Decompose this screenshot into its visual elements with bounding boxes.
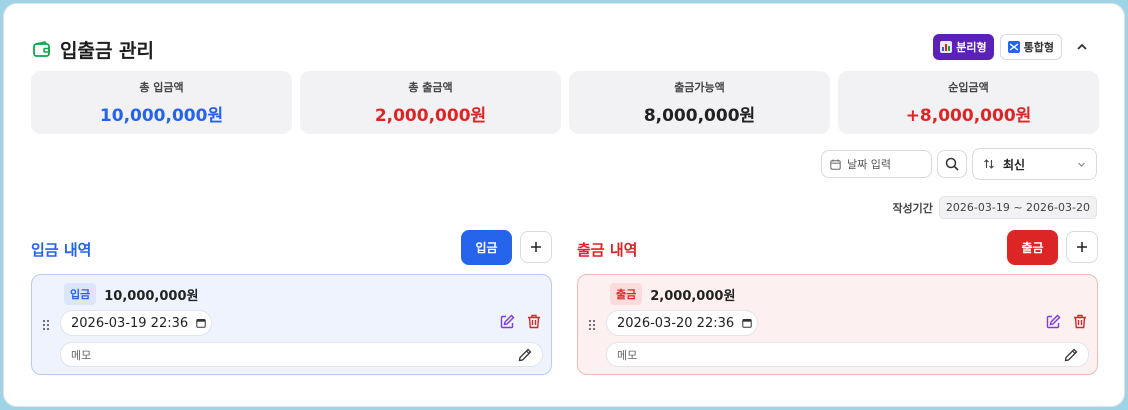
entry-datetime-value: 2026-03-20 22:36 xyxy=(617,315,735,331)
deposit-entry-card: 입금 10,000,000원 2026-03-19 22:36 메모 xyxy=(31,274,552,375)
stat-value: 8,000,000원 xyxy=(643,106,756,126)
stat-value: +8,000,000원 xyxy=(905,106,1032,126)
entry-actions xyxy=(1046,314,1087,329)
entry-datetime-input[interactable]: 2026-03-20 22:36 xyxy=(606,310,758,336)
entry-summary: 입금 10,000,000원 xyxy=(64,283,198,305)
bar-chart-icon xyxy=(940,41,953,53)
deposit-section-title: 입금 내역 xyxy=(31,241,92,259)
add-deposit-button[interactable] xyxy=(520,231,552,263)
stat-label: 총 출금액 xyxy=(408,81,453,94)
chevron-down-icon xyxy=(1077,160,1086,169)
stat-label: 총 입금액 xyxy=(139,81,184,94)
sort-icon xyxy=(983,158,995,170)
entry-type-badge: 출금 xyxy=(610,283,643,305)
date-filter-placeholder: 날짜 입력 xyxy=(847,158,891,171)
memo-input[interactable]: 메모 xyxy=(606,342,1089,367)
entry-type-badge: 입금 xyxy=(64,283,97,305)
search-button[interactable] xyxy=(937,150,967,178)
shuffle-icon xyxy=(1007,41,1020,53)
edit-icon[interactable] xyxy=(500,314,515,329)
wallet-icon xyxy=(32,40,52,60)
memo-placeholder: 메모 xyxy=(71,348,92,362)
withdraw-actions: 출금 xyxy=(1007,230,1098,265)
stat-available: 출금가능액 8,000,000원 xyxy=(569,71,830,134)
grip-icon[interactable] xyxy=(588,319,596,331)
plus-icon xyxy=(1076,241,1088,253)
summary-stats: 총 입금액 10,000,000원 총 출금액 2,000,000원 출금가능액… xyxy=(31,71,1099,134)
chevron-up-icon xyxy=(1076,41,1088,53)
stat-net-deposit: 순입금액 +8,000,000원 xyxy=(838,71,1099,134)
entry-amount: 10,000,000원 xyxy=(104,288,199,304)
app-window: 입출금 관리 분리형 통합형 총 입금액 10,000,000원 총 출금액 2… xyxy=(3,3,1125,407)
trash-icon[interactable] xyxy=(1073,314,1087,329)
withdraw-entry-card: 출금 2,000,000원 2026-03-20 22:36 메모 xyxy=(577,274,1098,375)
stat-total-deposit: 총 입금액 10,000,000원 xyxy=(31,71,292,134)
entry-datetime-value: 2026-03-19 22:36 xyxy=(71,315,189,331)
withdraw-button[interactable]: 출금 xyxy=(1007,230,1058,265)
withdraw-section-header: 출금 내역 출금 xyxy=(577,230,1098,266)
title-group: 입출금 관리 xyxy=(32,36,154,63)
split-view-label: 분리형 xyxy=(956,41,987,54)
sort-select[interactable]: 최신 xyxy=(972,148,1097,180)
calendar-icon xyxy=(830,159,841,170)
grip-icon[interactable] xyxy=(42,319,50,331)
withdraw-section-title: 출금 내역 xyxy=(577,241,638,259)
deposit-section-header: 입금 내역 입금 xyxy=(31,230,552,266)
plus-icon xyxy=(530,241,542,253)
deposit-actions: 입금 xyxy=(461,230,552,265)
stat-value: 10,000,000원 xyxy=(99,106,224,126)
stat-value: 2,000,000원 xyxy=(374,106,487,126)
entry-datetime-input[interactable]: 2026-03-19 22:36 xyxy=(60,310,212,336)
date-filter-input[interactable]: 날짜 입력 xyxy=(821,150,932,178)
stat-total-withdraw: 총 출금액 2,000,000원 xyxy=(300,71,561,134)
deposit-button[interactable]: 입금 xyxy=(461,230,512,265)
search-icon xyxy=(945,157,959,171)
period-value: 2026-03-19 ~ 2026-03-20 xyxy=(938,196,1097,219)
filter-bar: 날짜 입력 최신 xyxy=(821,148,1097,180)
split-view-button[interactable]: 분리형 xyxy=(933,34,994,60)
view-toggle-group: 분리형 통합형 xyxy=(933,34,1096,60)
pencil-icon[interactable] xyxy=(518,348,532,362)
memo-placeholder: 메모 xyxy=(617,348,638,362)
memo-input[interactable]: 메모 xyxy=(60,342,543,367)
stat-label: 순입금액 xyxy=(948,81,989,94)
calendar-icon[interactable] xyxy=(742,318,752,328)
entry-summary: 출금 2,000,000원 xyxy=(610,283,735,305)
pencil-icon[interactable] xyxy=(1064,348,1078,362)
merged-view-label: 통합형 xyxy=(1023,41,1054,54)
calendar-icon[interactable] xyxy=(196,318,206,328)
edit-icon[interactable] xyxy=(1046,314,1061,329)
merged-view-button[interactable]: 통합형 xyxy=(999,34,1062,60)
stat-label: 출금가능액 xyxy=(674,81,725,94)
period-label: 작성기간 xyxy=(892,201,933,215)
entry-amount: 2,000,000원 xyxy=(650,288,736,304)
period-display: 작성기간 2026-03-19 ~ 2026-03-20 xyxy=(892,196,1097,219)
add-withdraw-button[interactable] xyxy=(1066,231,1098,263)
page-title: 입출금 관리 xyxy=(60,40,155,62)
trash-icon[interactable] xyxy=(527,314,541,329)
collapse-button[interactable] xyxy=(1068,34,1096,60)
sort-value: 최신 xyxy=(1003,157,1026,172)
entry-actions xyxy=(500,314,541,329)
header: 입출금 관리 분리형 통합형 xyxy=(32,34,1096,64)
